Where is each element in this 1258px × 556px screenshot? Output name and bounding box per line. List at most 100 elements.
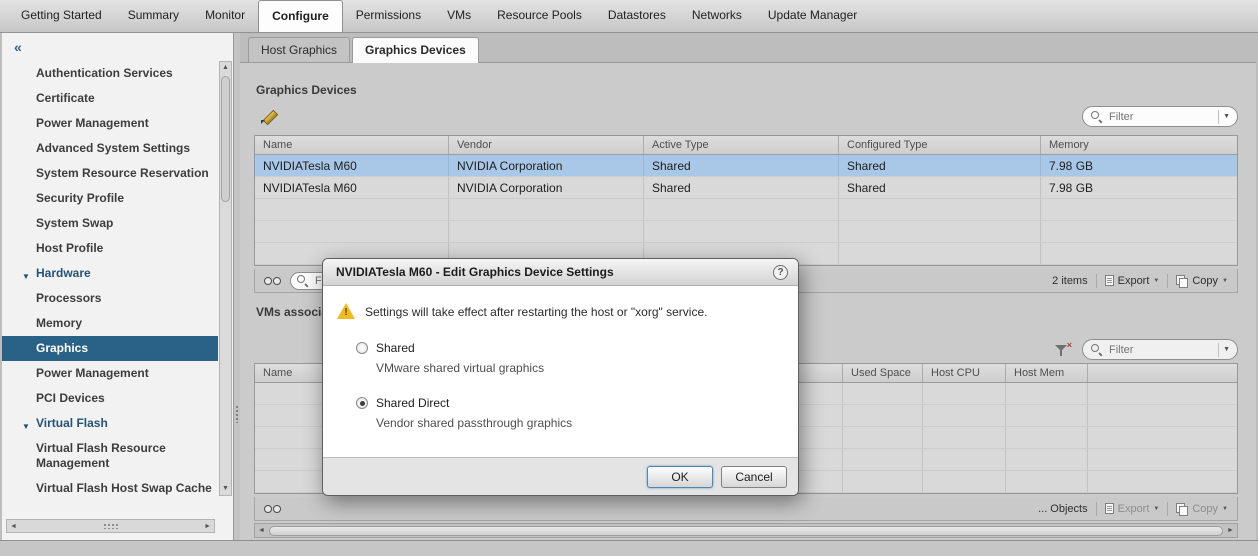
scroll-down-icon[interactable]: ▼ [220,483,231,495]
tab-monitor[interactable]: Monitor [192,0,258,32]
tab-vms[interactable]: VMs [434,0,484,32]
radio-shared-direct[interactable] [356,397,368,409]
clear-filter-icon[interactable]: × [1054,343,1072,358]
clear-x-icon: × [1067,340,1072,350]
scroll-right-icon[interactable]: ► [204,523,211,530]
sidebar-item-advanced-system-settings[interactable]: Advanced System Settings [2,136,218,161]
objects-count: ... Objects [1038,503,1088,515]
tab-configure[interactable]: Configure [258,0,343,32]
main-horizontal-scrollbar[interactable]: ◄ ► [254,523,1238,538]
sidebar-item-label: Authentication Services [36,66,173,80]
sidebar-item-virtual-flash-host-swap-cache-configuration[interactable]: Virtual Flash Host Swap Cache Configurat… [2,476,218,496]
column-header-used-space[interactable]: Used Space [843,364,923,382]
tab-networks[interactable]: Networks [679,0,755,32]
tab-graphics-devices[interactable]: Graphics Devices [352,37,479,63]
sidebar-item-authentication-services[interactable]: Authentication Services [2,61,218,86]
sidebar-horizontal-scrollbar[interactable]: ◄ ► [6,519,215,533]
tab-host-graphics[interactable]: Host Graphics [248,37,350,62]
column-header-name[interactable]: Name [255,136,449,154]
sidebar-item-pci-devices[interactable]: PCI Devices [2,386,218,411]
copy-label: Copy [1192,503,1218,515]
graphics-filter-input[interactable] [1107,110,1216,124]
cell-memory: 7.98 GB [1041,155,1237,176]
help-icon[interactable]: ? [773,265,788,280]
export-button[interactable]: Export ▼ [1105,503,1160,515]
sidebar-item-label: Power Management [36,366,149,380]
vms-filter-input[interactable] [1107,343,1216,357]
sidebar-item-memory[interactable]: Memory [2,311,218,336]
cell-name: NVIDIATesla M60 [255,155,449,176]
chevron-down-icon: ▼ [1222,278,1228,284]
sidebar-item-label: Processors [36,291,101,305]
column-header-active-type[interactable]: Active Type [644,136,839,154]
chevron-down-icon: ▼ [1153,506,1159,512]
window-bottom-edge [0,540,1258,556]
cell-configured-type: Shared [839,155,1041,176]
tab-summary[interactable]: Summary [115,0,192,32]
column-header-vendor[interactable]: Vendor [449,136,644,154]
tab-datastores[interactable]: Datastores [595,0,679,32]
sidebar-item-system-swap[interactable]: System Swap [2,211,218,236]
column-header-host-cpu[interactable]: Host CPU [923,364,1006,382]
copy-icon [1176,275,1188,287]
cell-active-type: Shared [644,155,839,176]
search-icon [1091,344,1102,355]
sidebar-item-graphics[interactable]: Graphics [2,336,218,361]
tab-resource-pools[interactable]: Resource Pools [484,0,595,32]
filter-dropdown-icon[interactable]: ▼ [1223,113,1232,120]
ok-button[interactable]: OK [647,466,713,488]
filter-dropdown-icon[interactable]: ▼ [1223,346,1232,353]
sidebar-item-label: Host Profile [36,241,103,255]
column-header-configured-type[interactable]: Configured Type [839,136,1041,154]
table-row[interactable]: NVIDIATesla M60 NVIDIA Corporation Share… [255,177,1237,199]
cell-vendor: NVIDIA Corporation [449,177,644,198]
sidebar-item-processors[interactable]: Processors [2,286,218,311]
sidebar-group-hardware[interactable]: ▼Hardware [2,261,218,286]
sidebar-item-system-resource-reservation[interactable]: System Resource Reservation [2,161,218,186]
vms-heading: VMs associat [256,305,332,319]
sidebar-item-certificate[interactable]: Certificate [2,86,218,111]
divider [1096,274,1097,288]
scrollbar-grip[interactable] [103,523,119,529]
table-row-empty [255,221,1237,243]
warning-icon: ! [337,303,356,320]
tab-getting-started[interactable]: Getting Started [8,0,115,32]
sidebar-item-host-profile[interactable]: Host Profile [2,236,218,261]
column-header-memory[interactable]: Memory [1041,136,1237,154]
column-header-filler [1088,364,1237,382]
collapse-sidebar-icon[interactable]: « [14,39,22,55]
table-row[interactable]: NVIDIATesla M60 NVIDIA Corporation Share… [255,155,1237,177]
sidebar-group-virtual-flash[interactable]: ▼Virtual Flash [2,411,218,436]
sidebar-item-power-management-hardware[interactable]: Power Management [2,361,218,386]
tab-update-manager[interactable]: Update Manager [755,0,870,32]
sidebar-vertical-scrollbar[interactable]: ▲ ▼ [219,61,232,496]
primary-tab-bar: Getting Started Summary Monitor Configur… [0,0,1258,33]
export-button[interactable]: Export ▼ [1105,275,1160,287]
sidebar-item-virtual-flash-resource-management[interactable]: Virtual Flash Resource Management [2,436,218,476]
vms-filter-box: ▼ [1082,339,1238,360]
scrollbar-thumb[interactable] [269,526,1223,536]
divider [1218,343,1219,357]
find-icon[interactable] [264,275,281,287]
copy-button[interactable]: Copy ▼ [1176,275,1228,287]
sidebar-item-power-management[interactable]: Power Management [2,111,218,136]
copy-button[interactable]: Copy ▼ [1176,503,1228,515]
column-header-host-mem[interactable]: Host Mem [1006,364,1088,382]
radio-shared-label[interactable]: Shared [376,341,544,355]
tab-permissions[interactable]: Permissions [343,0,434,32]
sidebar-item-security-profile[interactable]: Security Profile [2,186,218,211]
edit-icon[interactable] [260,107,278,125]
sidebar-item-label: Virtual Flash Host Swap Cache Configurat… [36,481,212,496]
radio-shared[interactable] [356,342,368,354]
scroll-right-icon[interactable]: ► [1224,527,1237,534]
items-count: 2 items [1052,275,1087,287]
dialog-title-bar[interactable]: NVIDIATesla M60 - Edit Graphics Device S… [323,259,798,286]
cancel-button[interactable]: Cancel [721,466,787,488]
scrollbar-thumb[interactable] [221,76,230,202]
scroll-left-icon[interactable]: ◄ [10,523,17,530]
scroll-up-icon[interactable]: ▲ [220,62,231,74]
sidebar-item-label: Memory [36,316,82,330]
radio-shared-direct-label[interactable]: Shared Direct [376,396,572,410]
find-icon[interactable] [264,503,281,515]
scroll-left-icon[interactable]: ◄ [255,527,268,534]
